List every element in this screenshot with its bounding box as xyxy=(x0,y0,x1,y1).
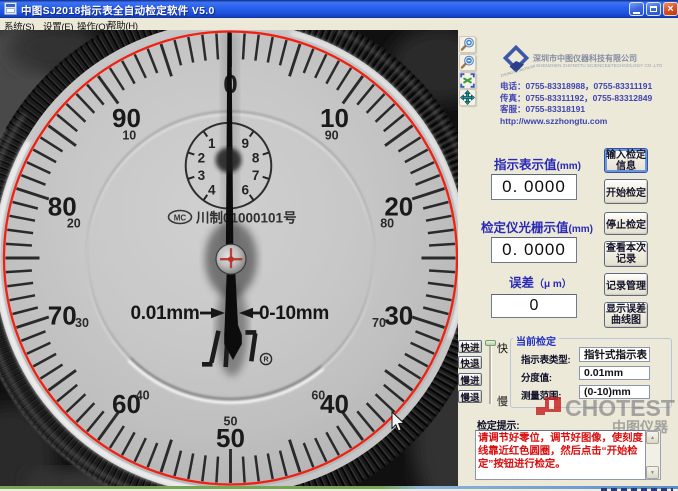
svg-text:50: 50 xyxy=(224,415,238,429)
svg-text:R: R xyxy=(263,356,268,363)
svg-text:0.01mm: 0.01mm xyxy=(131,303,200,324)
svg-text:80: 80 xyxy=(380,217,394,231)
svg-text:9: 9 xyxy=(242,136,250,151)
svg-text:0-10mm: 0-10mm xyxy=(259,303,329,324)
svg-text:70: 70 xyxy=(48,301,77,331)
svg-text:3: 3 xyxy=(198,168,206,183)
svg-text:20: 20 xyxy=(67,217,81,231)
svg-text:10: 10 xyxy=(122,128,136,142)
svg-text:4: 4 xyxy=(208,182,216,197)
svg-text:40: 40 xyxy=(136,388,150,402)
svg-text:MC: MC xyxy=(174,214,187,223)
svg-text:60: 60 xyxy=(311,388,325,402)
svg-text:30: 30 xyxy=(75,316,89,330)
svg-text:70: 70 xyxy=(372,316,386,330)
svg-text:8: 8 xyxy=(252,150,260,165)
svg-text:90: 90 xyxy=(325,128,339,142)
svg-text:6: 6 xyxy=(242,182,250,197)
svg-text:2: 2 xyxy=(198,150,206,165)
svg-text:30: 30 xyxy=(384,301,413,331)
svg-text:川制01000101号: 川制01000101号 xyxy=(195,210,297,226)
svg-text:7: 7 xyxy=(252,168,260,183)
svg-text:1: 1 xyxy=(208,136,216,151)
